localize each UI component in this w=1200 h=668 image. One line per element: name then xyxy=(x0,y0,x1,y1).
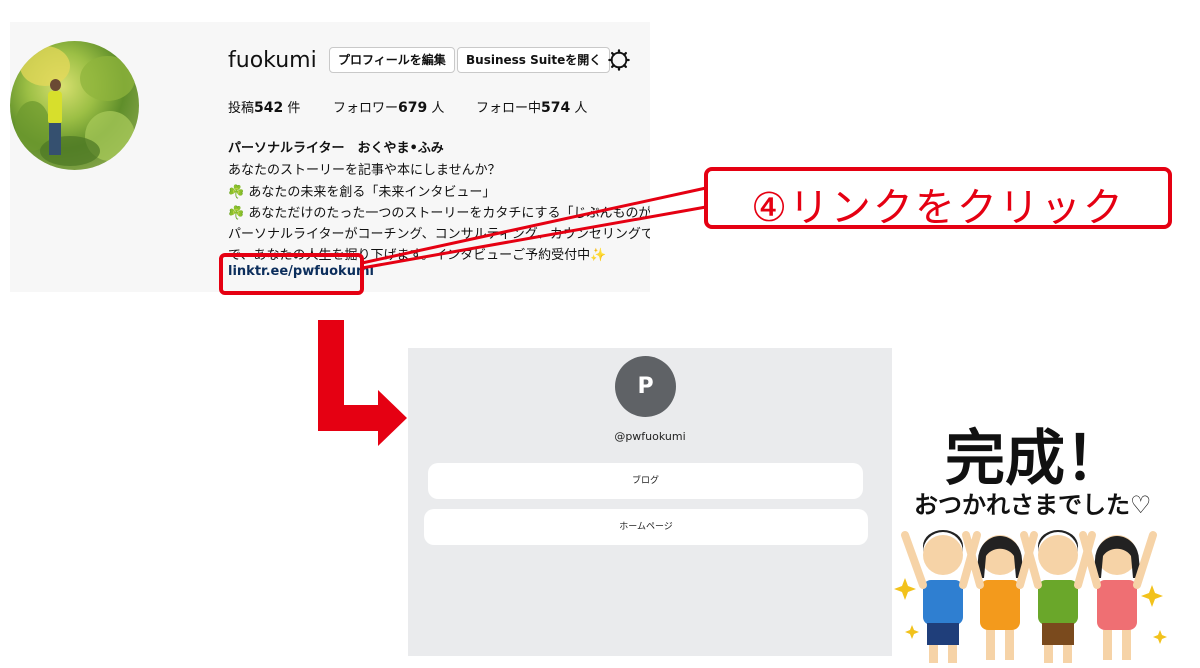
kid-green xyxy=(1020,530,1096,663)
cheering-kids-illustration xyxy=(894,530,1167,663)
kid-orange xyxy=(962,531,1038,660)
kid-pink xyxy=(1079,531,1157,660)
